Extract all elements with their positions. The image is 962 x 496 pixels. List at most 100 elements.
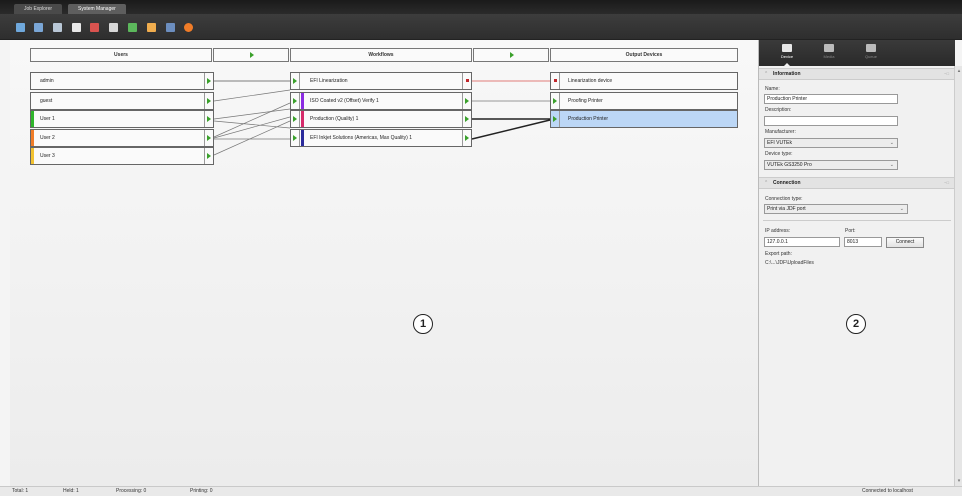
- panel-tab-label: Media: [823, 54, 835, 59]
- status-total: Total: 1: [12, 488, 29, 494]
- user-node-user-3[interactable]: User 3: [30, 147, 214, 165]
- device-type-value: VUTEk GS3250 Pro: [767, 162, 812, 168]
- information-section-header[interactable]: ⌃ Information −□: [759, 68, 955, 80]
- device-node-linearization[interactable]: Linearization device: [550, 72, 738, 90]
- workflow-output-port[interactable]: [462, 73, 471, 89]
- device-input-port[interactable]: [551, 73, 560, 89]
- device-input-port[interactable]: [551, 111, 560, 127]
- user-name: User 3: [40, 153, 55, 159]
- panel-tab-media[interactable]: Media: [809, 42, 849, 64]
- callout-2: 2: [846, 314, 866, 334]
- color-stripe: [31, 130, 34, 146]
- name-field[interactable]: Production Printer: [764, 94, 898, 104]
- collapse-icon: ⌃: [764, 180, 769, 186]
- device-name: Proofing Printer: [568, 98, 603, 104]
- ip-address-label: IP address:: [765, 228, 791, 234]
- tab-job-explorer[interactable]: Job Explorer: [14, 4, 63, 14]
- scroll-down-icon[interactable]: ▾: [956, 478, 962, 484]
- play-icon: [293, 78, 297, 84]
- chevron-down-icon: ⌄: [889, 162, 894, 168]
- workflow-node-production-quality[interactable]: Production (Quality) 1: [290, 110, 472, 128]
- export-path-value: C:\...\JDF\UploadFiles: [765, 260, 814, 266]
- user-name: guest: [40, 98, 53, 104]
- workflow-node-efi-inkjet[interactable]: EFI Inkjet Solutions (Americas, Max Qual…: [290, 129, 472, 147]
- connection-section-header[interactable]: ⌃ Connection −□: [759, 177, 955, 189]
- connection-type-select[interactable]: Print via JDF port ⌄: [764, 204, 908, 214]
- panel-scrollbar[interactable]: ▴ ▾: [954, 66, 962, 486]
- user-node-guest[interactable]: guest: [30, 92, 214, 110]
- user-output-port[interactable]: [204, 148, 213, 164]
- user-node-user-1[interactable]: User 1: [30, 110, 214, 128]
- printer-icon[interactable]: [53, 23, 62, 32]
- color-stripe: [301, 93, 304, 109]
- printer-icon: [782, 44, 792, 52]
- workflow-input-port[interactable]: [291, 111, 300, 127]
- link-efi-inkjet-production-printer: [471, 119, 551, 140]
- workflow-name: EFI Linearization: [310, 78, 348, 84]
- play-icon: [465, 135, 469, 141]
- collapse-icon: ⌃: [764, 71, 769, 77]
- user-output-port[interactable]: [204, 111, 213, 127]
- workflow-name: EFI Inkjet Solutions (Americas, Max Qual…: [310, 135, 412, 141]
- tab-system-manager[interactable]: System Manager: [68, 4, 126, 14]
- manufacturer-select[interactable]: EFI VUTEk ⌄: [764, 138, 898, 148]
- stop-icon[interactable]: [184, 23, 193, 32]
- workflow-input-port[interactable]: [291, 130, 300, 146]
- device-name: Linearization device: [568, 78, 613, 84]
- workflow-node-efi-linearization[interactable]: EFI Linearization: [290, 72, 472, 90]
- color-stripe: [301, 111, 304, 127]
- connect-button[interactable]: Connect: [886, 237, 924, 248]
- queue-icon: [866, 44, 876, 52]
- user-node-user-2[interactable]: User 2: [30, 129, 214, 147]
- folder-icon[interactable]: [34, 23, 43, 32]
- workflow-output-port[interactable]: [462, 93, 471, 109]
- device-type-select[interactable]: VUTEk GS3250 Pro ⌄: [764, 160, 898, 170]
- chevron-down-icon: ⌄: [899, 206, 904, 212]
- network-icon[interactable]: [16, 23, 25, 32]
- link-user1-efi-inkjet: [213, 120, 291, 129]
- connection-type-label: Connection type:: [765, 196, 803, 202]
- form-icon[interactable]: [90, 23, 99, 32]
- pin-icon[interactable]: −□: [944, 69, 949, 79]
- workflow-input-port[interactable]: [291, 93, 300, 109]
- chart-icon[interactable]: [109, 23, 118, 32]
- scroll-up-icon[interactable]: ▴: [956, 68, 962, 74]
- pin-icon[interactable]: −□: [944, 178, 949, 188]
- workflow-output-port[interactable]: [462, 111, 471, 127]
- workflow-node-iso-coated[interactable]: ISO Coated v2 (Offset) Verify 1: [290, 92, 472, 110]
- media-icon: [824, 44, 834, 52]
- link-guest-iso: [213, 89, 291, 102]
- ip-address-field[interactable]: 127.0.0.1: [764, 237, 840, 247]
- workflow-name: Production (Quality) 1: [310, 116, 359, 122]
- port-field[interactable]: 8013: [844, 237, 882, 247]
- play-icon: [553, 98, 557, 104]
- user-output-port[interactable]: [204, 93, 213, 109]
- play-icon: [293, 116, 297, 122]
- palette-icon[interactable]: [147, 23, 156, 32]
- device-type-label: Device type:: [765, 151, 793, 157]
- device-node-proofing-printer[interactable]: Proofing Printer: [550, 92, 738, 110]
- section-title: Information: [773, 71, 801, 77]
- user-name: User 2: [40, 135, 55, 141]
- description-field[interactable]: [764, 116, 898, 126]
- document-icon[interactable]: [72, 23, 81, 32]
- status-held: Held: 1: [63, 488, 79, 494]
- user-output-port[interactable]: [204, 130, 213, 146]
- panel-tab-device[interactable]: Device: [767, 42, 807, 66]
- user-output-port[interactable]: [204, 73, 213, 89]
- panel-tab-bar: Device Media Queue: [759, 40, 955, 66]
- error-icon: [466, 79, 469, 82]
- panel-tab-queue[interactable]: Queue: [851, 42, 891, 64]
- play-icon: [207, 135, 211, 141]
- panel-tab-label: Queue: [864, 54, 877, 59]
- color-icon[interactable]: [128, 23, 137, 32]
- device-node-production-printer[interactable]: Production Printer: [550, 110, 738, 128]
- status-printing: Printing: 0: [190, 488, 213, 494]
- workflow-input-port[interactable]: [291, 73, 300, 89]
- table-icon[interactable]: [166, 23, 175, 32]
- device-input-port[interactable]: [551, 93, 560, 109]
- play-icon: [293, 98, 297, 104]
- user-node-admin[interactable]: admin: [30, 72, 214, 90]
- color-stripe: [301, 130, 304, 146]
- workflow-output-port[interactable]: [462, 130, 471, 146]
